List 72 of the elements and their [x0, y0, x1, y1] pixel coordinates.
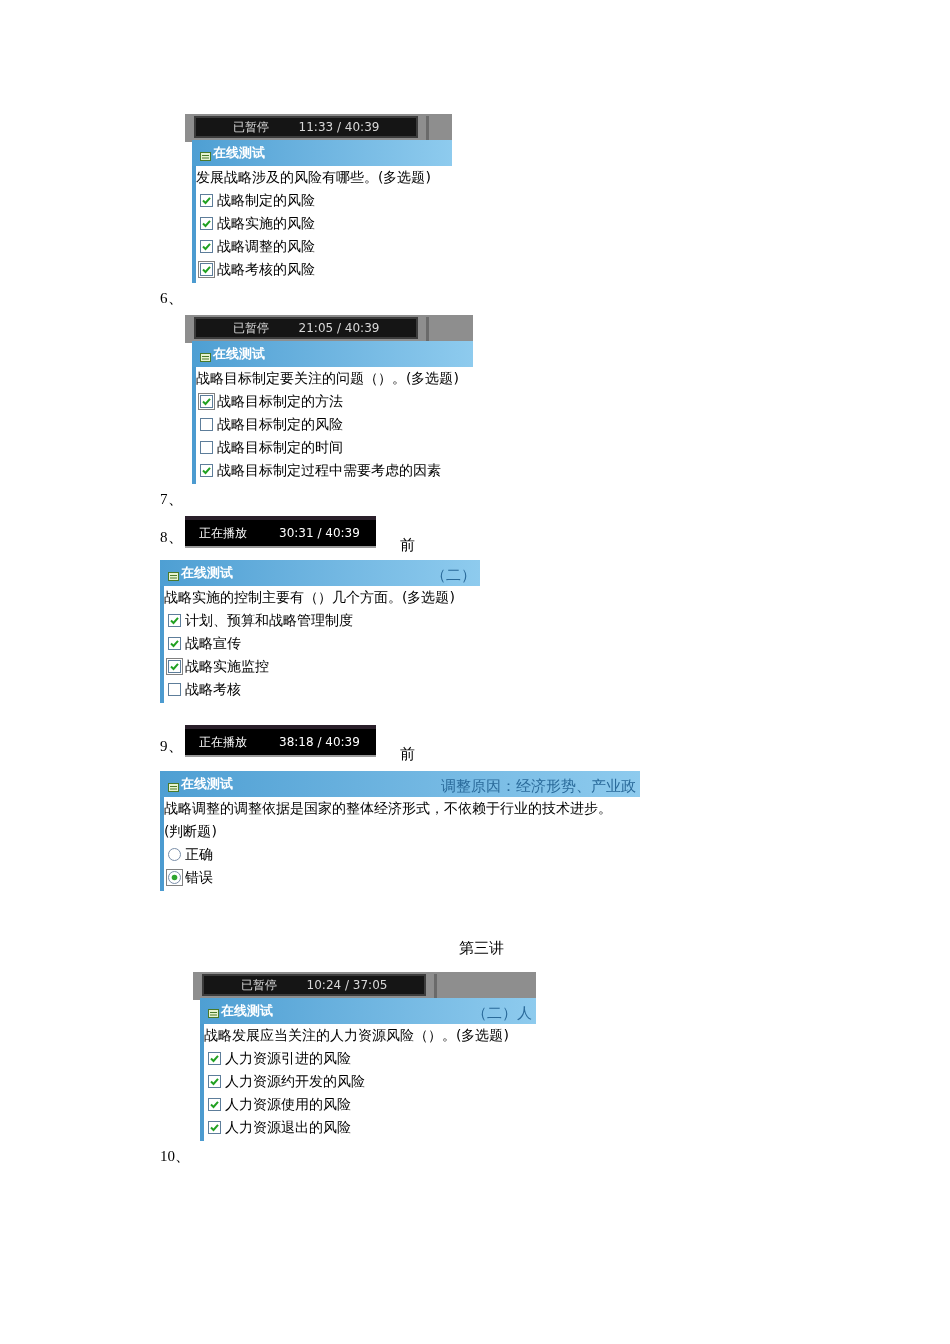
question-text: 战略调整的调整依据是国家的整体经济形式，不依赖于行业的技术进步。(判断题): [164, 799, 613, 841]
checkbox[interactable]: [206, 1095, 223, 1113]
checkbox[interactable]: [198, 416, 215, 433]
form-icon: [208, 1009, 219, 1018]
option-label: 战略考核: [185, 680, 241, 699]
checkbox[interactable]: [198, 238, 215, 255]
form-icon: [200, 151, 211, 161]
checkbox[interactable]: [166, 681, 183, 698]
option-label: 战略目标制定的方法: [217, 392, 343, 411]
question-text: 战略发展应当关注的人力资源风险（）。(多选题): [204, 1025, 510, 1045]
background-text: （二）: [431, 566, 476, 585]
item-number: 9、: [160, 736, 184, 756]
note-text: 前: [400, 744, 415, 764]
option-label: 正确: [185, 845, 213, 864]
option-label: 战略制定的风险: [217, 191, 315, 210]
option-label: 战略考核的风险: [217, 260, 315, 279]
checkbox[interactable]: [206, 1072, 223, 1090]
note-text: 前: [400, 535, 415, 555]
checkbox[interactable]: [198, 261, 215, 278]
background-text: （二）人: [472, 1003, 532, 1023]
question-text: 战略实施的控制主要有（）几个方面。(多选题): [164, 588, 456, 607]
status-label: 已暂停: [232, 119, 269, 136]
question-text: 发展战略涉及的风险有哪些。(多选题): [196, 168, 432, 187]
status-label: 已暂停: [240, 976, 277, 994]
time-label: 10:24 / 37:05: [306, 976, 388, 994]
option-label: 战略实施的风险: [217, 214, 315, 233]
option-label: 人力资源约开发的风险: [225, 1071, 365, 1091]
checkbox[interactable]: [166, 658, 183, 675]
status-label: 已暂停: [232, 320, 269, 337]
panel-title: 在线测试: [181, 564, 233, 583]
radio-button[interactable]: [166, 846, 183, 863]
option-label: 战略目标制定的风险: [217, 415, 343, 434]
option-label: 战略目标制定的时间: [217, 438, 343, 457]
form-icon: [168, 782, 179, 792]
item-number: 6、: [160, 289, 184, 307]
option-label: 战略宣传: [185, 634, 241, 653]
panel-title: 在线测试: [181, 775, 233, 794]
checkbox[interactable]: [198, 462, 215, 479]
status-label: 正在播放: [199, 525, 247, 542]
item-number: 7、: [160, 490, 184, 508]
checkbox[interactable]: [166, 612, 183, 629]
section-heading: 第三讲: [459, 939, 505, 958]
checkbox[interactable]: [206, 1118, 223, 1136]
item-number: 8、: [160, 527, 184, 547]
time-label: 38:18 / 40:39: [279, 734, 360, 751]
status-label: 正在播放: [199, 734, 247, 751]
option-label: 人力资源退出的风险: [225, 1117, 351, 1137]
checkbox[interactable]: [198, 215, 215, 232]
checkbox[interactable]: [166, 635, 183, 652]
panel-title: 在线测试: [221, 1001, 273, 1020]
background-text: 调整原因：经济形势、产业政: [441, 777, 636, 796]
checkbox[interactable]: [198, 192, 215, 209]
time-label: 30:31 / 40:39: [279, 525, 360, 542]
checkbox[interactable]: [198, 393, 215, 410]
radio-button[interactable]: [166, 869, 183, 886]
question-text: 战略目标制定要关注的问题（）。(多选题): [196, 369, 460, 388]
checkbox[interactable]: [206, 1049, 223, 1067]
time-label: 21:05 / 40:39: [298, 320, 380, 337]
form-icon: [200, 352, 211, 362]
panel-title: 在线测试: [213, 345, 265, 364]
time-label: 11:33 / 40:39: [298, 119, 380, 136]
option-label: 人力资源使用的风险: [225, 1094, 351, 1114]
option-label: 计划、预算和战略管理制度: [185, 611, 353, 630]
option-label: 战略实施监控: [185, 657, 269, 676]
option-label: 错误: [185, 868, 213, 887]
form-icon: [168, 571, 179, 581]
option-label: 人力资源引进的风险: [225, 1048, 351, 1068]
option-label: 战略目标制定过程中需要考虑的因素: [217, 461, 441, 480]
panel-title: 在线测试: [213, 144, 265, 163]
checkbox[interactable]: [198, 439, 215, 456]
item-number: 10、: [160, 1146, 191, 1165]
option-label: 战略调整的风险: [217, 237, 315, 256]
